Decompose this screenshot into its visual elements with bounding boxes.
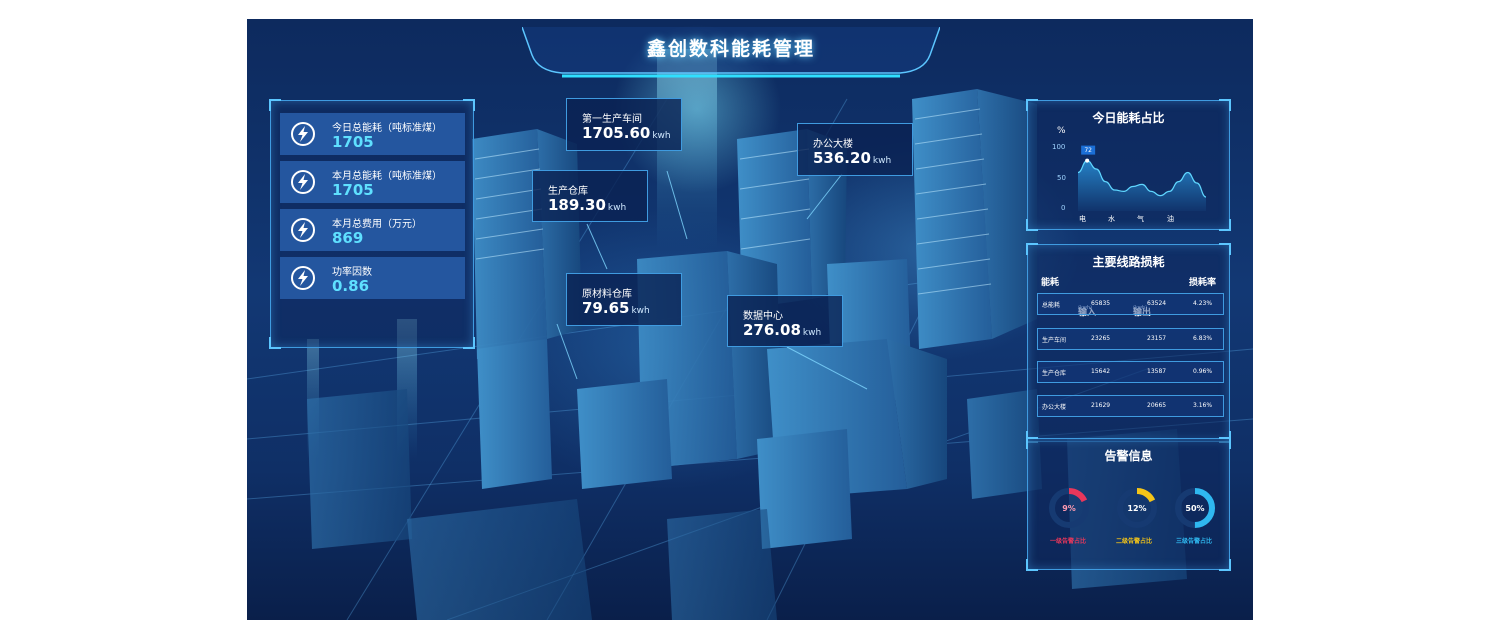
building-value: 536.20 kwh xyxy=(813,149,892,167)
stat-value: 0.86 xyxy=(332,277,370,295)
table-row[interactable]: 生产车间 23265 23157 6.83% xyxy=(1037,328,1224,350)
building-name: 数据中心 xyxy=(743,311,783,322)
stat-label: 今日总能耗（吨标准煤） xyxy=(332,123,442,134)
building-value: 79.65 kwh xyxy=(582,299,650,317)
lightning-icon xyxy=(291,266,315,290)
tooltip-value: 72 xyxy=(1084,147,1092,154)
panel-title: 告警信息 xyxy=(1104,449,1153,463)
y-unit: % xyxy=(1057,126,1066,136)
alarm-label-level3: 三级告警占比 xyxy=(1176,538,1213,545)
x-category: 气 xyxy=(1137,215,1144,223)
alarm-label-level1: 一级告警占比 xyxy=(1050,538,1087,545)
y-tick: 100 xyxy=(1052,143,1066,151)
x-category: 电 xyxy=(1079,215,1086,223)
panel-title: 主要线路损耗 xyxy=(1092,255,1165,269)
highlight-point xyxy=(1085,158,1090,163)
building-name: 办公大楼 xyxy=(813,139,853,150)
lightning-icon xyxy=(291,170,315,194)
summary-panel: 今日总能耗（吨标准煤） 1705 本月总能耗（吨标准煤） 1705 本月总费用（… xyxy=(269,99,475,349)
donut-percent: 12% xyxy=(1127,504,1146,513)
stat-label: 功率因数 xyxy=(332,267,372,278)
building-value: 276.08 kwh xyxy=(743,321,822,339)
table-row[interactable]: 生产仓库 15642 13587 0.96% xyxy=(1037,361,1224,383)
line-loss-panel: 主要线路损耗 能耗 输入 (kwh) 输出 (kwh) 损耗率 总能耗 65835… xyxy=(1026,243,1231,443)
stat-label: 本月总能耗（吨标准煤） xyxy=(332,171,442,182)
stat-month-energy: 本月总能耗（吨标准煤） 1705 xyxy=(280,161,465,203)
y-tick: 0 xyxy=(1061,204,1066,212)
alarm-donut-level1: 9% xyxy=(1049,488,1089,528)
building-name: 原材料仓库 xyxy=(582,289,632,300)
building-value: 1705.60 kwh xyxy=(582,124,671,142)
table-row[interactable]: 总能耗 65835 63524 4.23% xyxy=(1037,293,1224,315)
lightning-icon xyxy=(291,122,315,146)
lightning-icon xyxy=(291,218,315,242)
stat-label: 本月总费用（万元） xyxy=(332,219,422,230)
area-fill xyxy=(1078,160,1206,211)
alarm-label-level2: 二级告警占比 xyxy=(1116,538,1153,545)
building-name: 第一生产车间 xyxy=(582,114,642,125)
stat-value: 869 xyxy=(332,229,364,247)
stat-today-energy: 今日总能耗（吨标准煤） 1705 xyxy=(280,113,465,155)
building-label-raw-material[interactable]: 原材料仓库 79.65 kwh xyxy=(566,273,682,326)
stat-value: 1705 xyxy=(332,133,374,151)
energy-share-chart: 72 xyxy=(1077,145,1207,211)
building-name: 生产仓库 xyxy=(548,186,588,197)
stat-value: 1705 xyxy=(332,181,374,199)
alarm-panel: 告警信息 9% 12% 50% 一级告警占比 二级告警占比 三级告警占比 xyxy=(1026,437,1231,571)
alarm-donut-level3: 50% xyxy=(1175,488,1215,528)
stat-month-cost: 本月总费用（万元） 869 xyxy=(280,209,465,251)
dashboard: 鑫创数科能耗管理 今日总能耗（吨标准煤） 1705 本月总能耗（吨标准煤） 17… xyxy=(247,19,1253,620)
stat-power-factor: 功率因数 0.86 xyxy=(280,257,465,299)
alarm-donut-level2: 12% xyxy=(1117,488,1157,528)
x-category: 油 xyxy=(1167,215,1174,223)
y-tick: 50 xyxy=(1057,174,1066,182)
donut-percent: 9% xyxy=(1062,504,1076,513)
building-label-datacenter[interactable]: 数据中心 276.08 kwh xyxy=(727,295,843,347)
building-label-workshop[interactable]: 第一生产车间 1705.60 kwh xyxy=(566,98,682,151)
table-row[interactable]: 办公大楼 21629 20665 3.16% xyxy=(1037,395,1224,417)
header-energy: 能耗 xyxy=(1041,278,1060,288)
building-value: 189.30 kwh xyxy=(548,196,627,214)
panel-title: 今日能耗占比 xyxy=(1092,111,1165,125)
page-title: 鑫创数科能耗管理 xyxy=(646,38,815,60)
building-label-office[interactable]: 办公大楼 536.20 kwh xyxy=(797,123,913,176)
building-label-warehouse[interactable]: 生产仓库 189.30 kwh xyxy=(532,170,648,222)
donut-percent: 50% xyxy=(1185,504,1204,513)
x-category: 水 xyxy=(1108,215,1115,223)
energy-share-panel: 今日能耗占比 % 100 50 0 72 电 水 气 油 xyxy=(1026,99,1231,231)
header-loss-rate: 损耗率 xyxy=(1189,278,1217,288)
